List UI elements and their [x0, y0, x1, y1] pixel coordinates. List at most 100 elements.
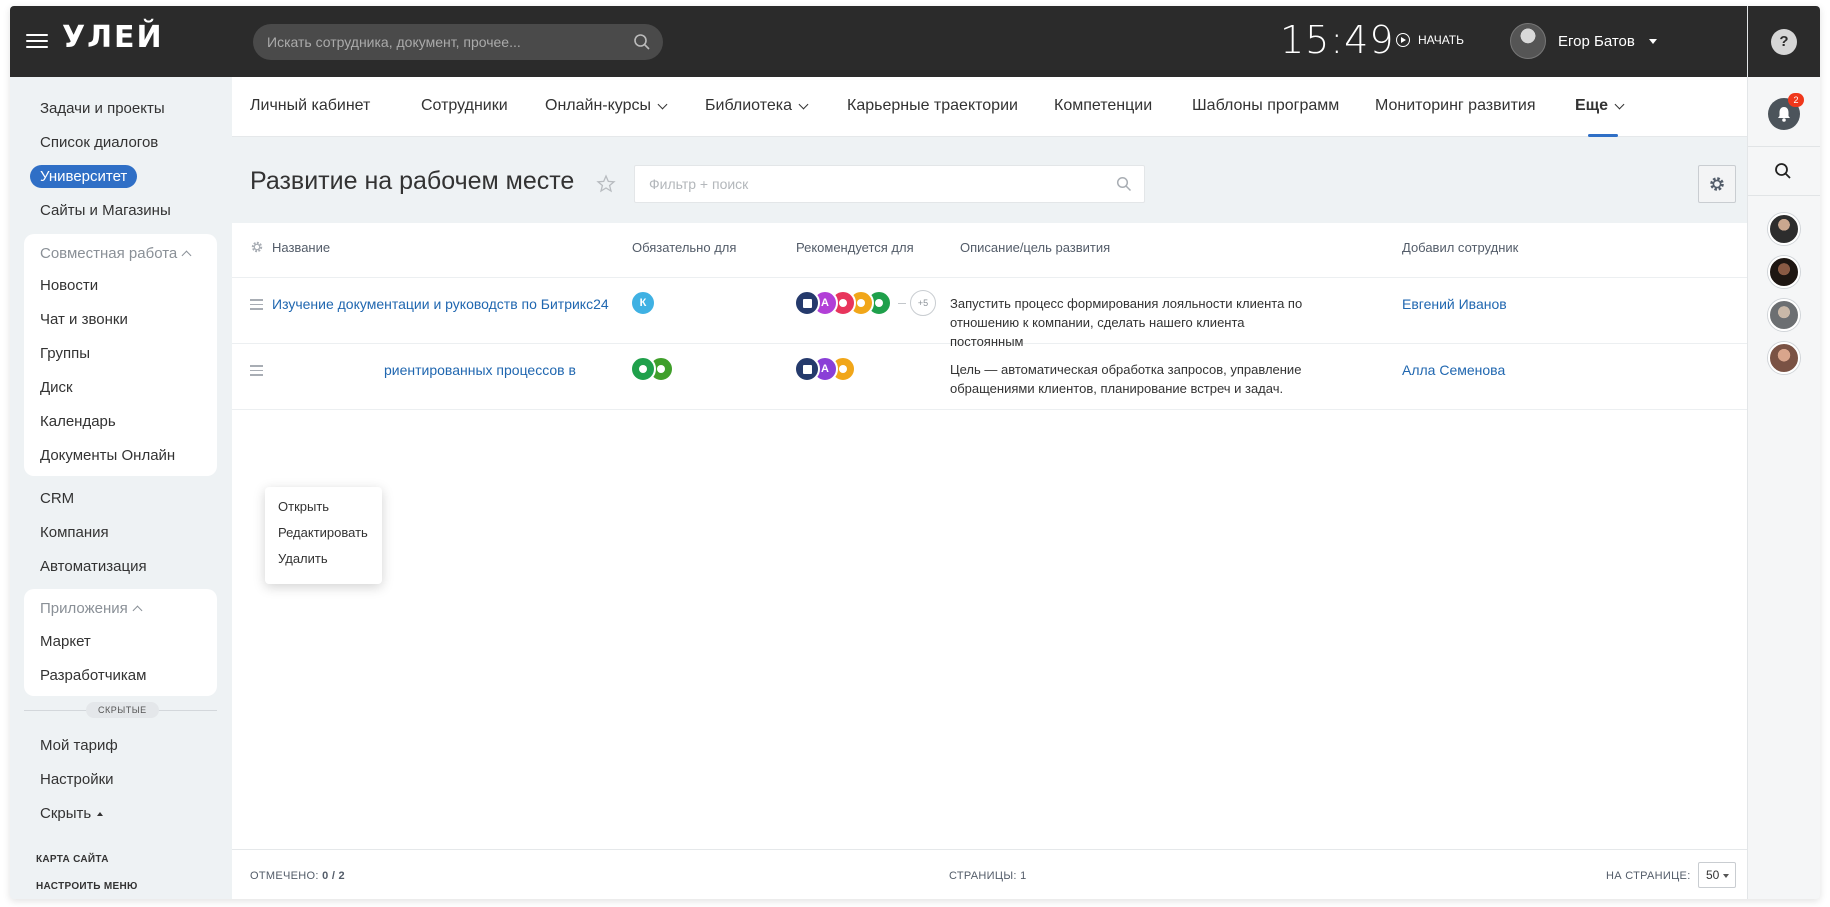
sidebar-item-market[interactable]: Маркет: [40, 633, 91, 650]
right-panel-header: ?: [1748, 6, 1820, 77]
row-description: Цель — автоматическая обработка запросов…: [950, 362, 1302, 396]
tab-more[interactable]: Еще: [1575, 97, 1625, 115]
top-bar: УЛЕЙ 15:49 НАЧАТЬ Егор Батов: [10, 6, 1747, 77]
gear-icon[interactable]: [250, 240, 264, 254]
notifications-button[interactable]: 2: [1768, 93, 1804, 130]
per-page-select[interactable]: 50: [1698, 862, 1736, 888]
tab-library[interactable]: Библиотека: [705, 97, 809, 115]
more-badges-count[interactable]: +5: [910, 290, 936, 316]
check-icon[interactable]: [794, 290, 820, 316]
filter-search[interactable]: [634, 165, 1145, 203]
sidebar-item-sites[interactable]: Сайты и Магазины: [40, 202, 171, 219]
recommended-badges: А +5: [794, 290, 936, 316]
star-icon[interactable]: [596, 174, 616, 194]
row-description: Запустить процесс формирования лояльност…: [950, 296, 1303, 349]
user-menu[interactable]: Егор Батов: [1510, 23, 1657, 59]
tab-online-courses[interactable]: Онлайн-курсы: [545, 97, 668, 115]
drag-handle-icon[interactable]: [250, 362, 263, 379]
menu-item-edit[interactable]: Редактировать: [278, 525, 368, 540]
help-icon[interactable]: ?: [1771, 29, 1797, 55]
row-title-link[interactable]: Изучение документации и руководств по Би…: [272, 296, 609, 312]
configure-menu-link[interactable]: НАСТРОИТЬ МЕНЮ: [36, 881, 138, 892]
hidden-section-label[interactable]: СКРЫТЫЕ: [86, 702, 159, 718]
tab-development-monitoring[interactable]: Мониторинг развития: [1375, 97, 1536, 115]
selected-label: ОТМЕЧЕНО:: [250, 870, 319, 882]
sidebar-item-disk[interactable]: Диск: [40, 379, 73, 396]
sidebar: Задачи и проекты Список диалогов Универс…: [10, 77, 230, 899]
global-search-input[interactable]: [267, 24, 627, 60]
column-header-author[interactable]: Добавил сотрудник: [1402, 240, 1518, 255]
tab-label: Еще: [1575, 97, 1609, 114]
drag-handle-icon[interactable]: [250, 296, 263, 313]
required-badges: [630, 356, 674, 382]
avatar: [1510, 23, 1546, 59]
sidebar-item-developers[interactable]: Разработчикам: [40, 667, 146, 684]
table-footer: ОТМЕЧЕНО: 0 / 2 СТРАНИЦЫ: 1 НА СТРАНИЦЕ:…: [232, 849, 1747, 899]
badge-glyph: [839, 365, 847, 373]
contact-avatar[interactable]: [1768, 342, 1800, 374]
menu-icon[interactable]: [26, 30, 48, 52]
chevron-up-icon: [132, 605, 143, 616]
sidebar-item-settings[interactable]: Настройки: [40, 771, 114, 788]
tab-program-templates[interactable]: Шаблоны программ: [1192, 97, 1339, 115]
settings-button[interactable]: [1698, 165, 1736, 203]
table-row[interactable]: риентированных процессов в А Цель — авто…: [232, 344, 1747, 410]
sidebar-item-groups[interactable]: Группы: [40, 345, 90, 362]
search-icon[interactable]: [1116, 176, 1132, 192]
user-name: Егор Батов: [1558, 32, 1635, 50]
start-workday-button[interactable]: НАЧАТЬ: [1396, 33, 1464, 47]
check-icon[interactable]: [794, 356, 820, 382]
sidebar-item-tasks[interactable]: Задачи и проекты: [40, 100, 165, 117]
sidebar-group-title[interactable]: Приложения: [40, 600, 143, 617]
tab-label: Онлайн-курсы: [545, 97, 652, 114]
sidebar-item-calendar[interactable]: Календарь: [40, 413, 116, 430]
sidebar-item-crm[interactable]: CRM: [40, 490, 74, 507]
tab-label: Компетенции: [1054, 97, 1153, 114]
start-label: НАЧАТЬ: [1418, 33, 1465, 47]
play-icon: [1396, 33, 1410, 47]
sidebar-item-company[interactable]: Компания: [40, 524, 109, 541]
menu-item-delete[interactable]: Удалить: [278, 551, 328, 566]
filter-input[interactable]: [649, 166, 1089, 202]
menu-item-open[interactable]: Открыть: [278, 499, 329, 514]
sidebar-item-hide[interactable]: Скрыть: [40, 805, 104, 822]
sidebar-item-docs[interactable]: Документы Онлайн: [40, 447, 175, 464]
chevron-down-icon: [798, 99, 809, 109]
contact-avatar[interactable]: [1768, 299, 1800, 331]
tab-employees[interactable]: Сотрудники: [421, 97, 508, 115]
row-author-link[interactable]: Евгений Иванов: [1402, 296, 1507, 312]
tab-career-paths[interactable]: Карьерные траектории: [847, 97, 1018, 115]
sidebar-item-dialogs[interactable]: Список диалогов: [40, 134, 158, 151]
per-page-label: НА СТРАНИЦЕ:: [1606, 870, 1691, 882]
contact-avatar[interactable]: [1768, 213, 1800, 245]
search-icon[interactable]: [1774, 162, 1792, 180]
user-badge[interactable]: К: [630, 290, 656, 316]
column-header-description[interactable]: Описание/цель развития: [960, 240, 1110, 255]
sidebar-item-university[interactable]: Университет: [30, 165, 138, 188]
sidebar-item-automation[interactable]: Автоматизация: [40, 558, 147, 575]
contact-avatar[interactable]: [1768, 256, 1800, 288]
chevron-up-icon: [181, 250, 192, 261]
table-row[interactable]: Изучение документации и руководств по Би…: [232, 278, 1747, 349]
tab-personal[interactable]: Личный кабинет: [250, 97, 370, 115]
sitemap-link[interactable]: КАРТА САЙТА: [36, 854, 109, 865]
data-table: Название Обязательно для Рекомендуется д…: [232, 223, 1747, 849]
row-author-link[interactable]: Алла Семенова: [1402, 362, 1505, 378]
global-search[interactable]: [253, 24, 663, 60]
sidebar-item-tariff[interactable]: Мой тариф: [40, 737, 118, 754]
sidebar-group-title[interactable]: Совместная работа: [40, 245, 192, 262]
tab-competencies[interactable]: Компетенции: [1054, 97, 1152, 115]
app-window: УЛЕЙ 15:49 НАЧАТЬ Егор Батов ? 2: [10, 6, 1820, 899]
column-header-name[interactable]: Название: [272, 240, 330, 255]
caret-down-icon: [1723, 874, 1729, 878]
selected-value: 0 / 2: [322, 870, 345, 882]
clock: 15:49: [1280, 18, 1395, 62]
search-icon[interactable]: [633, 33, 651, 51]
row-title-link[interactable]: риентированных процессов в: [384, 362, 576, 378]
column-header-recommended[interactable]: Рекомендуется для: [796, 240, 914, 255]
column-header-required[interactable]: Обязательно для: [632, 240, 736, 255]
pencil-icon[interactable]: [630, 356, 656, 382]
sidebar-item-chat[interactable]: Чат и звонки: [40, 311, 128, 328]
sidebar-item-news[interactable]: Новости: [40, 277, 98, 294]
notification-badge: 2: [1788, 93, 1804, 107]
